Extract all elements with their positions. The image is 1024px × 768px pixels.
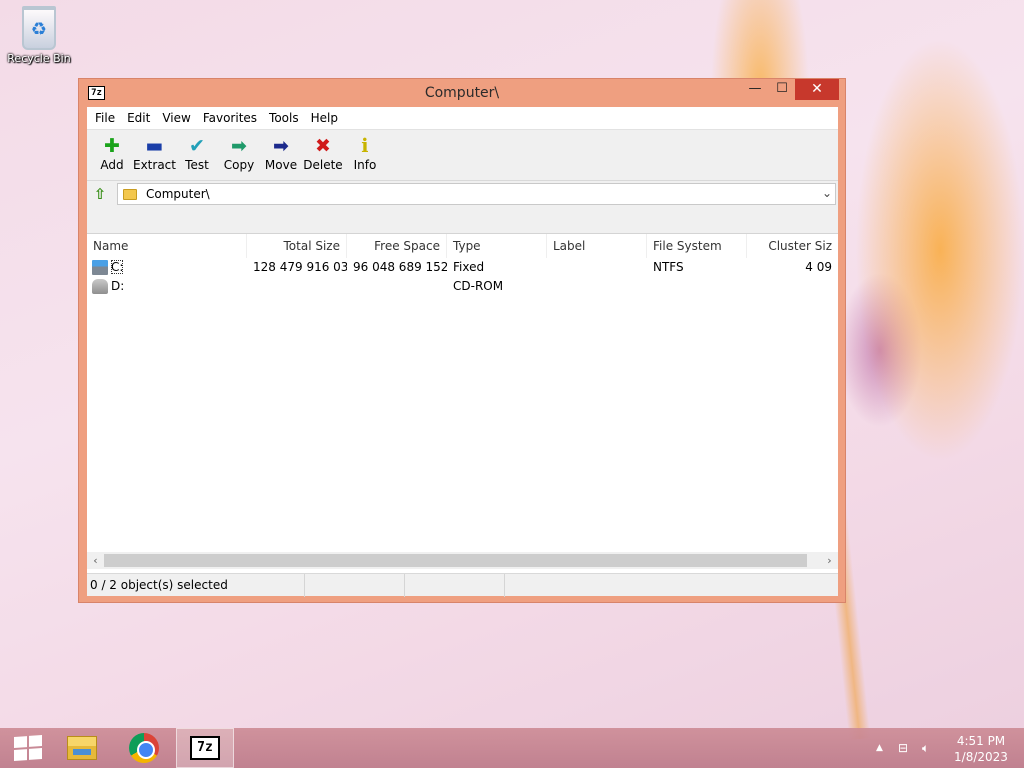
add-button[interactable]: ✚ Add bbox=[91, 135, 133, 172]
test-button[interactable]: ✔ Test bbox=[176, 135, 218, 172]
move-label: Move bbox=[264, 158, 298, 172]
menu-file[interactable]: File bbox=[89, 111, 121, 125]
scroll-right-icon[interactable]: › bbox=[821, 552, 838, 569]
test-icon: ✔ bbox=[189, 135, 205, 157]
column-cluster-size[interactable]: Cluster Siz bbox=[747, 234, 838, 258]
up-folder-icon[interactable]: ⇧ bbox=[91, 185, 109, 203]
column-total-size[interactable]: Total Size bbox=[247, 234, 347, 258]
menu-help[interactable]: Help bbox=[305, 111, 344, 125]
column-free-space[interactable]: Free Space bbox=[347, 234, 447, 258]
delete-button[interactable]: ✖ Delete bbox=[302, 135, 344, 172]
scrollbar-thumb[interactable] bbox=[104, 554, 807, 567]
address-combobox[interactable]: Computer\ ⌄ bbox=[117, 183, 836, 205]
title-bar[interactable]: 7z Computer\ — ☐ ✕ bbox=[79, 79, 845, 107]
column-type[interactable]: Type bbox=[447, 234, 547, 258]
move-icon: ➡ bbox=[273, 135, 289, 157]
status-pane-2 bbox=[305, 574, 405, 597]
status-selection: 0 / 2 object(s) selected bbox=[87, 574, 305, 597]
copy-label: Copy bbox=[223, 158, 255, 172]
menu-tools[interactable]: Tools bbox=[263, 111, 305, 125]
status-bar: 0 / 2 object(s) selected bbox=[87, 573, 838, 597]
windows-logo-icon bbox=[14, 735, 42, 761]
table-row[interactable]: D: CD-ROM bbox=[87, 277, 838, 296]
add-icon: ✚ bbox=[104, 135, 120, 157]
row-label bbox=[547, 277, 647, 296]
file-list[interactable]: Name Total Size Free Space Type Label Fi… bbox=[87, 233, 838, 578]
taskbar: 7z ▲ ⊟ 🔈︎ 4:51 PM 1/8/2023 bbox=[0, 728, 1024, 768]
row-cluster-size bbox=[747, 277, 838, 296]
table-row[interactable]: C: 128 479 916 032 96 048 689 152 Fixed … bbox=[87, 258, 838, 277]
window-client-area: File Edit View Favorites Tools Help ✚ Ad… bbox=[87, 107, 838, 597]
minimize-button[interactable]: — bbox=[743, 79, 767, 100]
clock-time: 4:51 PM bbox=[956, 734, 1006, 748]
extract-button[interactable]: ▬ Extract bbox=[133, 135, 176, 172]
column-label[interactable]: Label bbox=[547, 234, 647, 258]
clock-date: 1/8/2023 bbox=[954, 750, 1008, 764]
show-hidden-icons-icon[interactable]: ▲ bbox=[876, 728, 883, 768]
volume-icon[interactable]: 🔈︎ bbox=[922, 728, 929, 768]
list-header: Name Total Size Free Space Type Label Fi… bbox=[87, 234, 838, 258]
row-total-size bbox=[247, 277, 347, 296]
taskbar-chrome[interactable] bbox=[116, 728, 172, 768]
chevron-down-icon[interactable]: ⌄ bbox=[822, 186, 832, 200]
menu-bar: File Edit View Favorites Tools Help bbox=[87, 107, 838, 130]
clock[interactable]: 4:51 PM 1/8/2023 bbox=[948, 733, 1014, 765]
folder-icon bbox=[123, 188, 137, 200]
row-cluster-size: 4 09 bbox=[805, 260, 832, 274]
taskbar-7zip[interactable]: 7z bbox=[176, 728, 234, 768]
test-label: Test bbox=[185, 158, 209, 172]
menu-favorites[interactable]: Favorites bbox=[197, 111, 263, 125]
7zip-icon: 7z bbox=[190, 736, 220, 760]
add-label: Add bbox=[100, 158, 124, 172]
extract-label: Extract bbox=[133, 158, 176, 172]
row-name: D: bbox=[111, 279, 125, 293]
extract-icon: ▬ bbox=[145, 135, 164, 157]
recycle-bin-icon: ♻ bbox=[22, 6, 56, 50]
copy-button[interactable]: ➡ Copy bbox=[218, 135, 260, 172]
address-value: Computer\ bbox=[146, 187, 210, 201]
row-free-space: 96 048 689 152 bbox=[353, 260, 447, 274]
scroll-left-icon[interactable]: ‹ bbox=[87, 552, 104, 569]
move-button[interactable]: ➡ Move bbox=[260, 135, 302, 172]
recycle-bin-label: Recycle Bin bbox=[7, 52, 71, 65]
column-file-system[interactable]: File System bbox=[647, 234, 747, 258]
close-button[interactable]: ✕ bbox=[795, 79, 839, 100]
status-pane-4 bbox=[505, 574, 838, 597]
status-pane-3 bbox=[405, 574, 505, 597]
row-type: CD-ROM bbox=[453, 279, 504, 293]
column-name[interactable]: Name bbox=[87, 234, 247, 258]
delete-label: Delete bbox=[303, 158, 343, 172]
file-explorer-icon bbox=[67, 736, 97, 760]
row-free-space bbox=[347, 277, 447, 296]
chrome-icon bbox=[129, 733, 159, 763]
info-icon: ℹ bbox=[361, 135, 369, 157]
delete-icon: ✖ bbox=[315, 135, 331, 157]
address-bar: ⇧ Computer\ ⌄ bbox=[87, 181, 838, 207]
info-button[interactable]: ℹ Info bbox=[344, 135, 386, 172]
copy-icon: ➡ bbox=[231, 135, 247, 157]
horizontal-scrollbar[interactable]: ‹ › bbox=[87, 552, 838, 569]
row-name: C: bbox=[111, 260, 124, 274]
menu-edit[interactable]: Edit bbox=[121, 111, 156, 125]
toolbar: ✚ Add ▬ Extract ✔ Test ➡ Copy ➡ Move ✖ D… bbox=[87, 130, 838, 181]
row-file-system: NTFS bbox=[653, 260, 684, 274]
window-title: Computer\ bbox=[424, 85, 500, 101]
info-label: Info bbox=[353, 158, 377, 172]
maximize-button[interactable]: ☐ bbox=[769, 79, 795, 100]
recycle-bin-shortcut[interactable]: ♻ Recycle Bin bbox=[6, 6, 72, 65]
row-total-size: 128 479 916 032 bbox=[253, 260, 347, 274]
row-label bbox=[547, 258, 647, 277]
start-button[interactable] bbox=[0, 728, 56, 768]
row-file-system bbox=[647, 277, 747, 296]
taskbar-file-explorer[interactable] bbox=[54, 728, 110, 768]
menu-view[interactable]: View bbox=[156, 111, 196, 125]
network-icon[interactable]: ⊟ bbox=[898, 728, 908, 768]
7zip-file-manager-window: 7z Computer\ — ☐ ✕ File Edit View Favori… bbox=[78, 78, 846, 603]
row-type: Fixed bbox=[453, 260, 485, 274]
